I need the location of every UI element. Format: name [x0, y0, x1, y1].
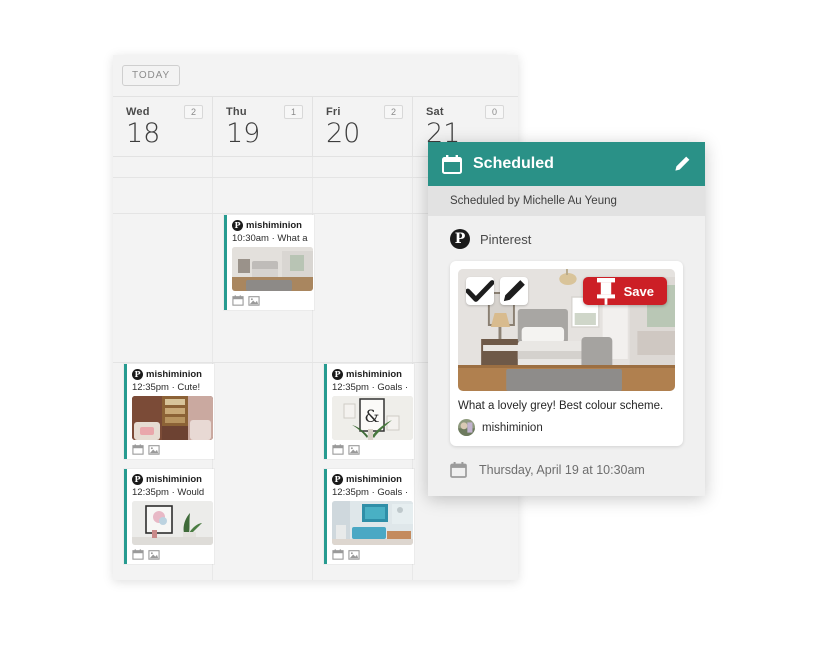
calendar-icon[interactable]	[232, 295, 244, 306]
post-header: P mishiminion	[332, 369, 410, 380]
scheduled-post-popup: Scheduled Scheduled by Michelle Au Yeung…	[428, 142, 705, 496]
day-post-count-badge: 0	[485, 105, 504, 119]
calendar-toolbar: TODAY	[113, 55, 518, 97]
image-icon[interactable]	[148, 444, 160, 455]
save-button-label: Save	[623, 283, 654, 299]
image-icon[interactable]	[148, 549, 160, 560]
post-time-and-text: 12:35pm · Would	[132, 487, 205, 498]
popup-title: Scheduled	[473, 155, 554, 172]
post-username: mishiminion	[246, 220, 302, 231]
day-post-count-badge: 2	[184, 105, 203, 119]
post-username: mishiminion	[146, 474, 202, 485]
popup-header: Scheduled	[428, 142, 705, 186]
post-action-icons	[132, 444, 210, 455]
calendar-post-card[interactable]: P mishiminion 12:35pm · Goals · &	[324, 364, 414, 459]
post-thumbnail: &	[332, 396, 413, 440]
popup-footer: Thursday, April 19 at 10:30am	[428, 446, 705, 496]
post-header: P mishiminion	[132, 474, 210, 485]
avatar	[458, 419, 475, 436]
pencil-icon	[503, 280, 525, 302]
day-column-header-fri[interactable]: Fri 20 2	[313, 97, 413, 156]
calendar-post-card[interactable]: P mishiminion 12:35pm · Would	[124, 469, 214, 564]
calendar-icon	[450, 462, 467, 478]
pin-caption: What a lovely grey! Best colour scheme.	[458, 400, 664, 412]
network-name: Pinterest	[480, 231, 532, 247]
post-header: P mishiminion	[132, 369, 210, 380]
network-row: P Pinterest	[428, 216, 705, 255]
day-number-label: 20	[326, 118, 361, 149]
post-username: mishiminion	[146, 369, 202, 380]
pinterest-icon: P	[132, 369, 143, 380]
day-post-count-badge: 2	[384, 105, 403, 119]
day-column-header-thu[interactable]: Thu 19 1	[213, 97, 313, 156]
check-icon	[466, 280, 494, 302]
pushpin-icon	[596, 278, 615, 305]
calendar-icon	[442, 154, 462, 174]
calendar-icon[interactable]	[332, 549, 344, 560]
pinterest-icon: P	[332, 369, 343, 380]
day-number-label: 18	[126, 118, 161, 149]
post-thumbnail	[232, 247, 313, 291]
calendar-post-card[interactable]: P mishiminion 10:30am · What a	[224, 215, 314, 310]
day-number-label: 19	[226, 118, 261, 149]
day-column-header-wed[interactable]: Wed 18 2	[113, 97, 213, 156]
post-header: P mishiminion	[232, 220, 310, 231]
post-thumbnail	[332, 501, 413, 545]
post-thumbnail	[132, 501, 213, 545]
day-post-count-badge: 1	[284, 105, 303, 119]
post-thumbnail	[132, 396, 213, 440]
pin-author-name: mishiminion	[482, 421, 543, 434]
post-time-and-text: 12:35pm · Goals ·	[332, 382, 409, 393]
post-time-and-text: 12:35pm · Goals ·	[332, 487, 409, 498]
pin-overlay-actions	[466, 277, 528, 305]
calendar-post-card[interactable]: P mishiminion 12:35pm · Cute!	[124, 364, 214, 459]
pinterest-icon: P	[332, 474, 343, 485]
pin-preview-card: Save What a lovely grey! Best colour sch…	[450, 261, 683, 446]
post-time-and-text: 12:35pm · Cute!	[132, 382, 201, 393]
approve-button[interactable]	[466, 277, 494, 305]
pencil-icon[interactable]	[673, 155, 691, 173]
post-action-icons	[332, 444, 410, 455]
calendar-icon[interactable]	[132, 549, 144, 560]
calendar-post-card[interactable]: P mishiminion 12:35pm · Goals ·	[324, 469, 414, 564]
image-icon[interactable]	[248, 295, 260, 306]
svg-text:&: &	[364, 407, 379, 427]
image-icon[interactable]	[348, 549, 360, 560]
post-action-icons	[132, 549, 210, 560]
image-icon[interactable]	[348, 444, 360, 455]
scheduled-datetime: Thursday, April 19 at 10:30am	[479, 463, 645, 477]
scheduled-by-label: Scheduled by Michelle Au Yeung	[428, 186, 705, 216]
pinterest-icon: P	[232, 220, 243, 231]
edit-pin-button[interactable]	[500, 277, 528, 305]
calendar-icon[interactable]	[132, 444, 144, 455]
pin-image: Save	[458, 269, 675, 391]
pin-author-row: mishiminion	[458, 419, 675, 436]
save-button[interactable]: Save	[582, 277, 667, 305]
calendar-icon[interactable]	[332, 444, 344, 455]
post-username: mishiminion	[346, 369, 402, 380]
post-time-and-text: 10:30am · What a	[232, 233, 308, 244]
post-action-icons	[332, 549, 410, 560]
post-header: P mishiminion	[332, 474, 410, 485]
pinterest-icon: P	[132, 474, 143, 485]
post-username: mishiminion	[346, 474, 402, 485]
pinterest-icon: P	[450, 229, 470, 249]
post-action-icons	[232, 295, 310, 306]
today-button[interactable]: TODAY	[122, 65, 181, 86]
